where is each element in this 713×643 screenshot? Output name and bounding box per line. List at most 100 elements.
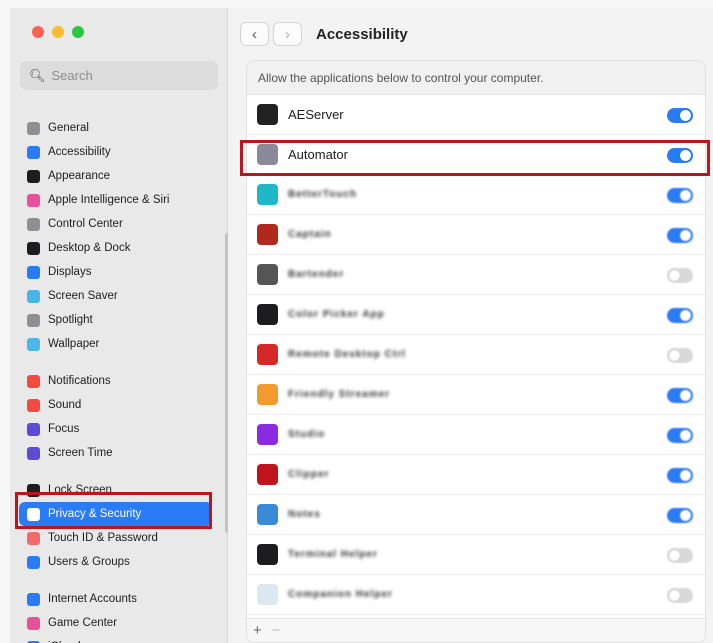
access-toggle[interactable] xyxy=(667,428,693,443)
toggle-knob xyxy=(680,390,691,401)
sidebar-item-screen-time[interactable]: Screen Time xyxy=(10,441,228,465)
sidebar-item-screen-saver[interactable]: Screen Saver xyxy=(10,284,228,308)
access-toggle[interactable] xyxy=(667,268,693,283)
sidebar-item-internet-accounts[interactable]: Internet Accounts xyxy=(10,587,228,611)
spotlight-icon xyxy=(27,313,40,327)
screen-saver-icon xyxy=(27,289,40,303)
toggle-knob xyxy=(669,550,680,561)
sidebar-list: General Accessibility Appearance Apple Inte… xyxy=(10,116,228,643)
app-row: AEServer xyxy=(247,95,705,135)
app-name: Remote Desktop Ctrl xyxy=(288,349,406,360)
sidebar-item-label: Users & Groups xyxy=(48,556,130,568)
sidebar-item-spotlight[interactable]: Spotlight xyxy=(10,308,228,332)
access-toggle[interactable] xyxy=(667,468,693,483)
sidebar-item-lock-screen[interactable]: Lock Screen xyxy=(10,478,228,502)
moon-icon xyxy=(27,422,40,436)
sun-icon xyxy=(27,265,40,279)
app-name: Color Picker App xyxy=(288,309,385,320)
toggle-knob xyxy=(680,510,691,521)
forward-button[interactable]: › xyxy=(273,22,302,46)
app-icon xyxy=(257,584,278,605)
sidebar-item-label: Desktop & Dock xyxy=(48,242,131,254)
sidebar-item-label: Apple Intelligence & Siri xyxy=(48,194,170,206)
app-icon xyxy=(257,264,278,285)
back-button[interactable]: ‹ xyxy=(240,22,269,46)
sidebar-item-wallpaper[interactable]: Wallpaper xyxy=(10,332,228,356)
sidebar-item-privacy-security[interactable]: Privacy & Security xyxy=(19,502,212,526)
app-row: Remote Desktop Ctrl xyxy=(247,335,705,375)
app-icon xyxy=(257,544,278,565)
app-name: Automator xyxy=(288,147,348,162)
sidebar-item-label: Game Center xyxy=(48,617,118,629)
app-name: Studio xyxy=(288,429,326,440)
sidebar-item-label: Touch ID & Password xyxy=(48,532,158,544)
sidebar-item-users-groups[interactable]: Users & Groups xyxy=(10,550,228,574)
app-icon xyxy=(257,424,278,445)
access-toggle[interactable] xyxy=(667,548,693,563)
access-toggle[interactable] xyxy=(667,348,693,363)
sidebar-item-label: Sound xyxy=(48,399,82,411)
accessibility-icon xyxy=(27,145,40,159)
sidebar-item-label: Accessibility xyxy=(48,146,111,158)
sidebar-item-label: Displays xyxy=(48,266,92,278)
search-input[interactable] xyxy=(51,68,212,83)
toggle-knob xyxy=(680,230,691,241)
toggle-knob xyxy=(680,310,691,321)
app-icon xyxy=(257,104,278,125)
sidebar-item-label: Control Center xyxy=(48,218,123,230)
sidebar-item-control-center[interactable]: Control Center xyxy=(10,212,228,236)
sidebar-item-desktop-dock[interactable]: Desktop & Dock xyxy=(10,236,228,260)
sidebar-item-sound[interactable]: Sound xyxy=(10,393,228,417)
app-icon xyxy=(257,464,278,485)
access-toggle[interactable] xyxy=(667,508,693,523)
remove-app-button[interactable]: − xyxy=(272,622,281,639)
search-field[interactable]: 🔍︎ xyxy=(20,61,218,90)
zoom-button[interactable] xyxy=(72,26,84,38)
access-toggle[interactable] xyxy=(667,308,693,323)
app-name: Bartender xyxy=(288,269,345,280)
app-row: Terminal Helper xyxy=(247,535,705,575)
app-rows: AEServer Automator BetterTouch Captain Barte… xyxy=(247,95,705,615)
sidebar-item-label: Privacy & Security xyxy=(48,508,142,520)
sidebar-item-icloud[interactable]: iCloud xyxy=(10,635,228,643)
add-app-button[interactable]: + xyxy=(253,622,262,639)
settings-window: 🔍︎ General Accessibility Appearance Apple I… xyxy=(0,0,713,643)
access-toggle[interactable] xyxy=(667,188,693,203)
sidebar-item-appearance[interactable]: Appearance xyxy=(10,164,228,188)
sidebar-item-notifications[interactable]: Notifications xyxy=(10,369,228,393)
sidebar-item-label: Lock Screen xyxy=(48,484,112,496)
speaker-icon xyxy=(27,398,40,412)
close-button[interactable] xyxy=(32,26,44,38)
gear-icon xyxy=(27,121,40,135)
access-toggle[interactable] xyxy=(667,388,693,403)
sidebar-item-label: Spotlight xyxy=(48,314,93,326)
app-icon xyxy=(257,184,278,205)
sidebar-item-label: Screen Saver xyxy=(48,290,118,302)
sidebar-group-spacer xyxy=(10,356,228,369)
sidebar-item-label: Wallpaper xyxy=(48,338,100,350)
app-name: AEServer xyxy=(288,107,344,122)
minimize-button[interactable] xyxy=(52,26,64,38)
sidebar-item-displays[interactable]: Displays xyxy=(10,260,228,284)
hourglass-icon xyxy=(27,446,40,460)
sidebar-item-focus[interactable]: Focus xyxy=(10,417,228,441)
sidebar-item-touch-id-password[interactable]: Touch ID & Password xyxy=(10,526,228,550)
sidebar-item-general[interactable]: General xyxy=(10,116,228,140)
sidebar-item-apple-intelligence-siri[interactable]: Apple Intelligence & Siri xyxy=(10,188,228,212)
app-name: Notes xyxy=(288,509,321,520)
sidebar-item-game-center[interactable]: Game Center xyxy=(10,611,228,635)
bell-icon xyxy=(27,374,40,388)
app-name: Terminal Helper xyxy=(288,549,378,560)
app-row: Studio xyxy=(247,415,705,455)
access-toggle[interactable] xyxy=(667,228,693,243)
access-toggle[interactable] xyxy=(667,148,693,163)
search-icon: 🔍︎ xyxy=(29,67,46,83)
app-row: Bartender xyxy=(247,255,705,295)
game-center-icon xyxy=(27,616,40,630)
app-row: Captain xyxy=(247,215,705,255)
app-name: Friendly Streamer xyxy=(288,389,391,400)
sidebar-item-accessibility[interactable]: Accessibility xyxy=(10,140,228,164)
access-toggle[interactable] xyxy=(667,588,693,603)
lock-icon xyxy=(27,483,40,497)
access-toggle[interactable] xyxy=(667,108,693,123)
